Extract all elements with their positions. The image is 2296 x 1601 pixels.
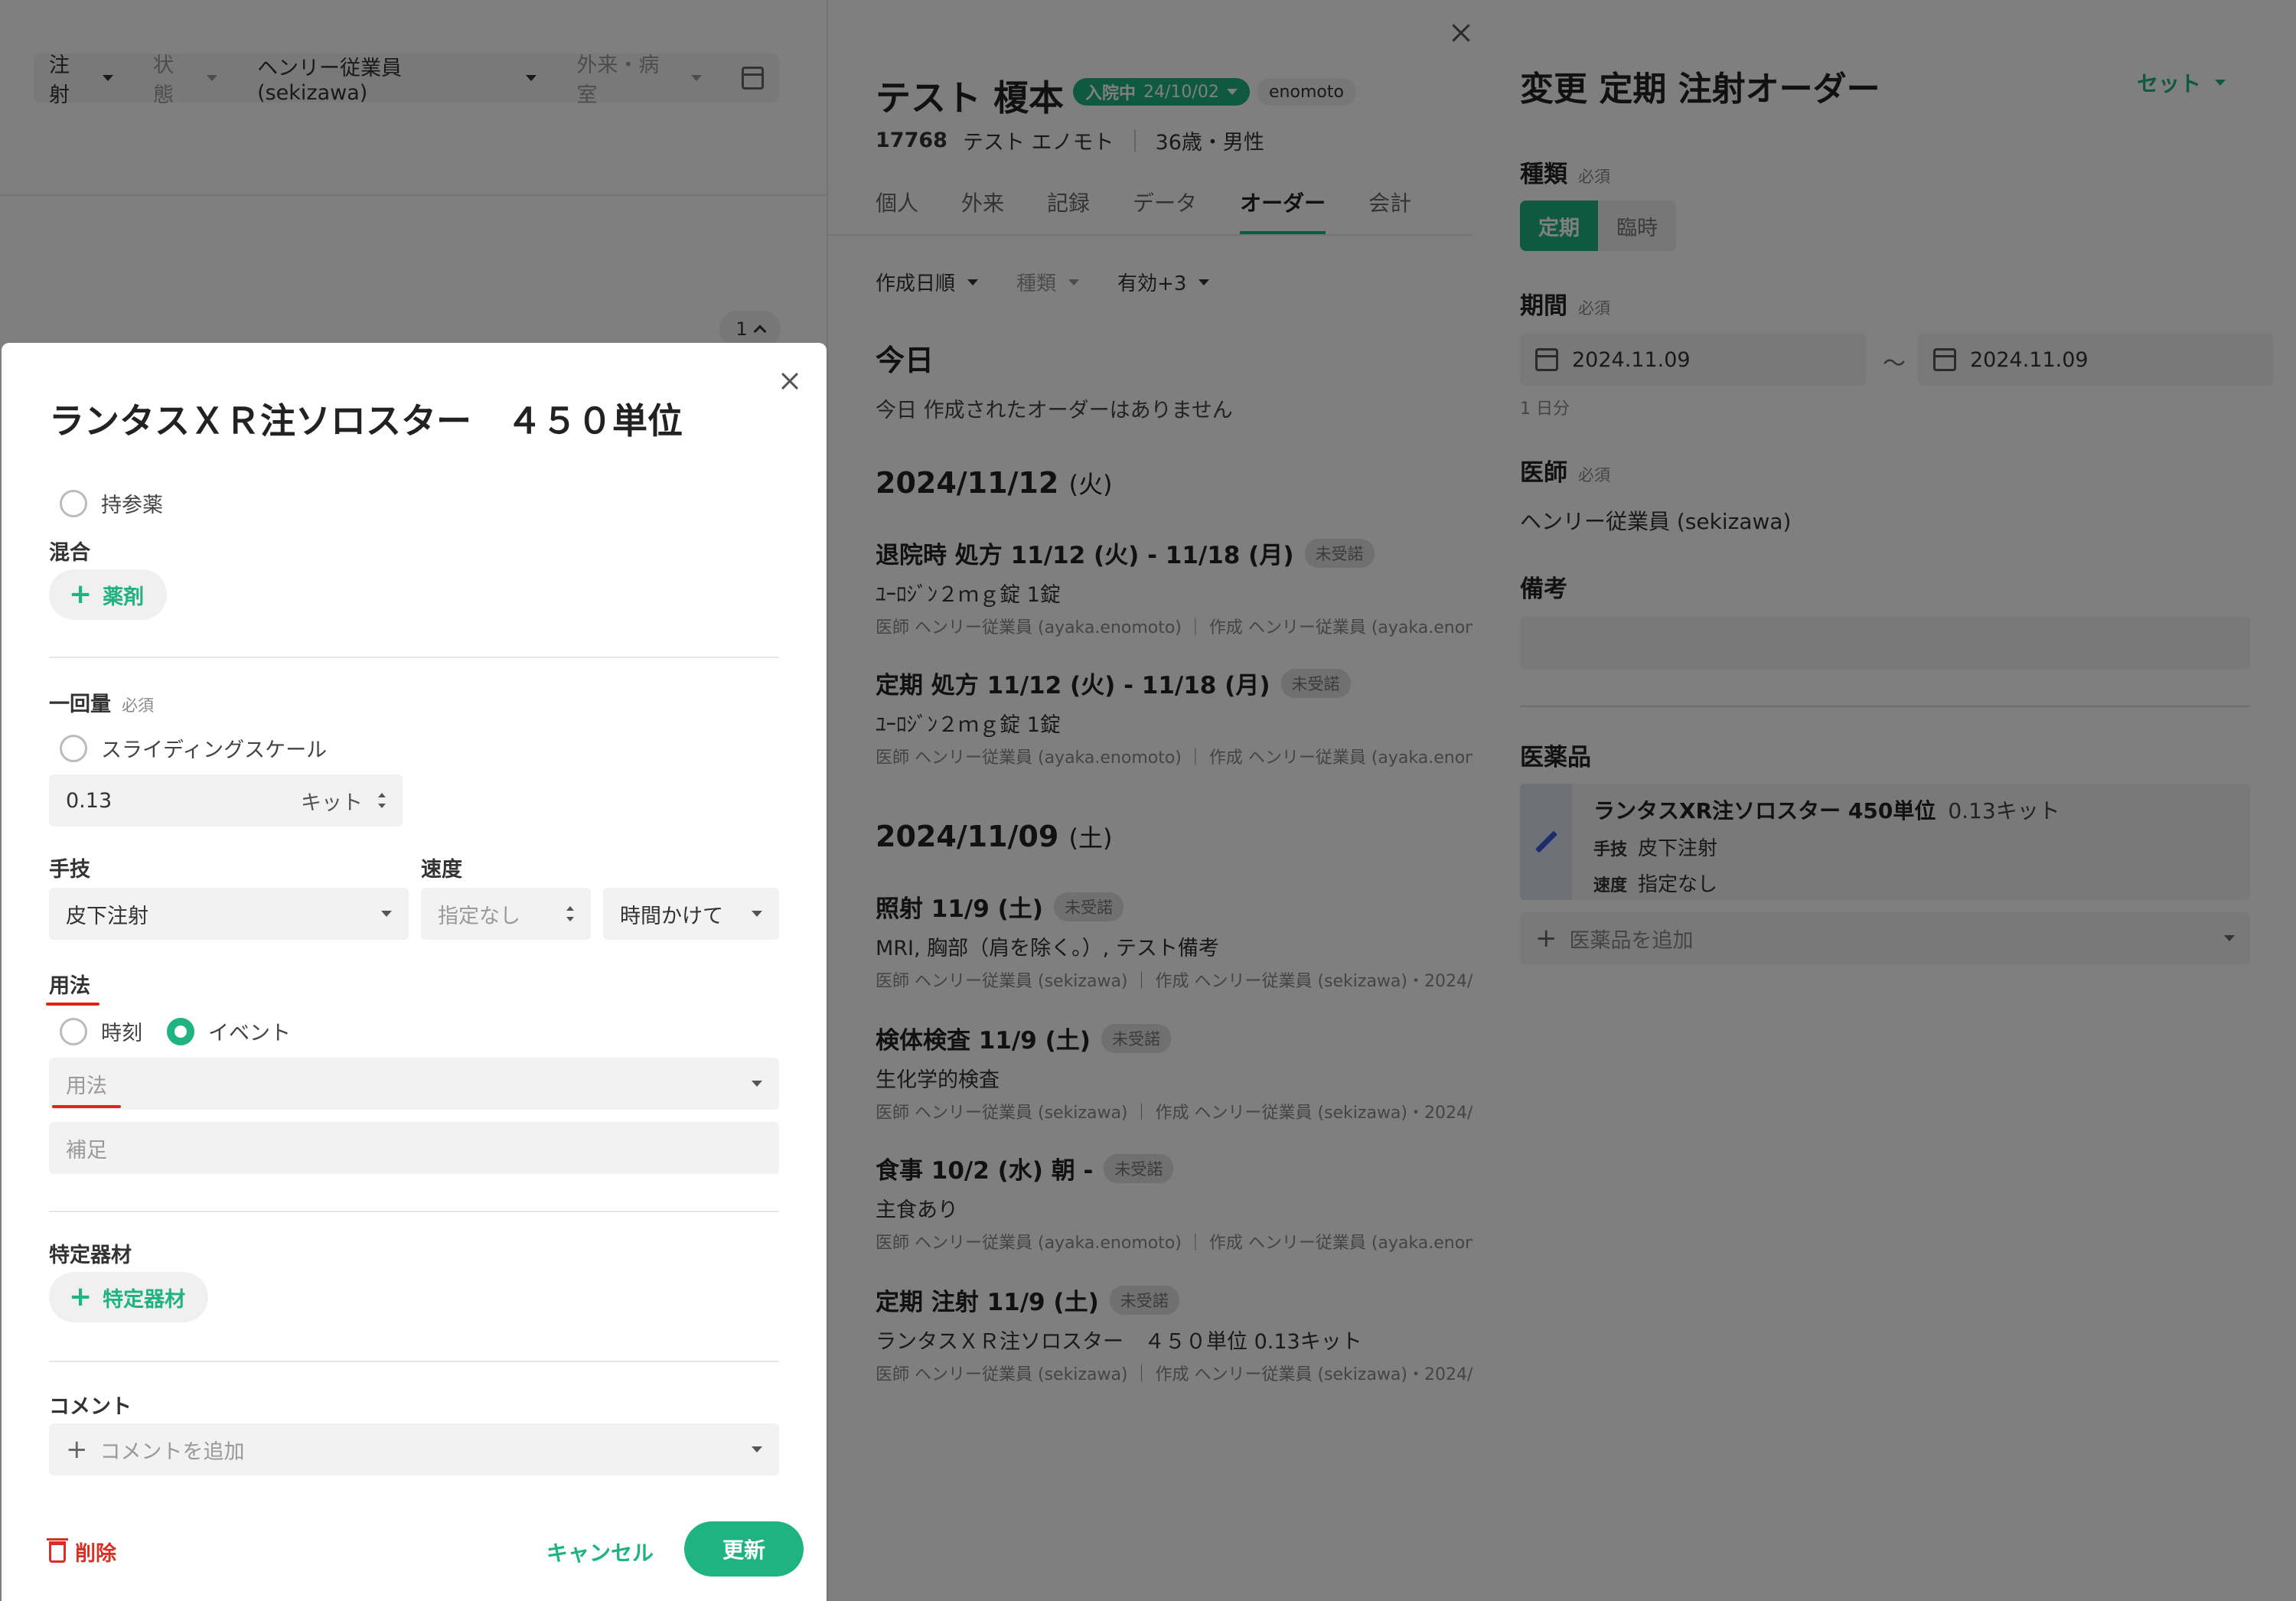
radio-icon <box>60 734 87 762</box>
usage-time-radio[interactable]: 時刻 <box>60 1016 142 1046</box>
own-drug-radio[interactable]: 持参薬 <box>60 488 163 518</box>
special-material-label: 特定器材 <box>49 1244 132 1267</box>
delete-button[interactable]: 削除 <box>47 1537 116 1567</box>
radio-icon <box>60 1017 87 1045</box>
screen: 注射 状態 ヘンリー従業員 (sekizawa) 外来・病室 1 テスト 榎本 … <box>0 0 2296 1601</box>
divider <box>49 657 779 658</box>
dose-label: 一回量 必須 <box>49 693 154 716</box>
plus-icon: + <box>69 579 93 610</box>
close-icon[interactable] <box>779 370 801 392</box>
caret-down-icon <box>752 1446 762 1453</box>
add-drug-button[interactable]: + 薬剤 <box>49 569 168 620</box>
speed-label: 速度 <box>421 858 462 882</box>
speed-mode-select[interactable]: 時間かけて <box>603 888 779 940</box>
caret-down-icon <box>381 911 392 917</box>
sliding-scale-radio[interactable]: スライディングスケール <box>60 733 327 763</box>
validation-underline <box>52 1105 121 1108</box>
mix-label: 混合 <box>49 541 90 565</box>
usage-select[interactable]: 用法 <box>49 1058 779 1110</box>
medication-edit-modal: ランタスＸＲ注ソロスター ４５０単位 持参薬 混合 + 薬剤 一回量 必須 スライデ… <box>2 343 827 1601</box>
caret-down-icon <box>752 1081 762 1087</box>
cancel-button[interactable]: キャンセル <box>546 1537 654 1567</box>
radio-icon <box>60 489 87 517</box>
supplement-input[interactable]: 補足 <box>49 1122 779 1174</box>
speed-input[interactable]: 指定なし <box>421 888 591 940</box>
divider <box>49 1361 779 1362</box>
validation-underline <box>46 1003 99 1006</box>
add-special-material-button[interactable]: + 特定器材 <box>49 1272 209 1322</box>
plus-icon: + <box>69 1281 93 1312</box>
stepper-icon[interactable] <box>378 793 386 808</box>
stepper-icon[interactable] <box>566 906 574 921</box>
radio-selected-icon <box>167 1017 194 1045</box>
usage-label: 用法 <box>49 974 90 998</box>
plus-icon: + <box>66 1434 88 1465</box>
comment-label: コメント <box>49 1395 132 1419</box>
dose-input[interactable]: 0.13 キット <box>49 774 403 827</box>
update-button[interactable]: 更新 <box>684 1521 804 1577</box>
comment-select[interactable]: + コメントを追加 <box>49 1423 779 1475</box>
trash-icon <box>47 1537 68 1563</box>
technique-select[interactable]: 皮下注射 <box>49 888 409 940</box>
technique-label: 手技 <box>49 858 90 882</box>
usage-event-radio[interactable]: イベント <box>167 1016 291 1046</box>
modal-title: ランタスＸＲ注ソロスター ４５０単位 <box>49 400 683 442</box>
divider <box>49 1211 779 1212</box>
caret-down-icon <box>752 911 762 917</box>
